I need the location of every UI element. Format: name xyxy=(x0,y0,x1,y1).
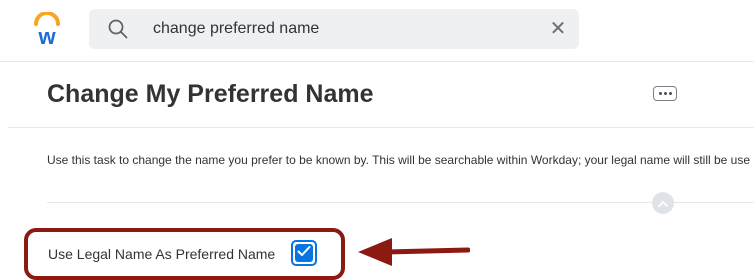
legal-name-field-label: Use Legal Name As Preferred Name xyxy=(48,246,276,262)
search-input[interactable] xyxy=(153,9,533,49)
search-icon[interactable] xyxy=(107,18,129,40)
ellipsis-dot xyxy=(663,92,667,95)
header-divider xyxy=(0,61,754,62)
logo-letter: w xyxy=(37,24,56,46)
use-legal-name-checkbox[interactable] xyxy=(291,240,317,266)
checkmark-icon xyxy=(297,244,311,262)
arrow-left-icon xyxy=(356,236,471,268)
search-bar[interactable]: ✕ xyxy=(89,9,579,49)
page-title: Change My Preferred Name xyxy=(47,80,374,108)
close-icon[interactable]: ✕ xyxy=(547,18,569,40)
task-description: Use this task to change the name you pre… xyxy=(47,153,751,167)
collapse-button[interactable] xyxy=(652,192,674,214)
top-bar: w ✕ xyxy=(0,0,754,62)
checkbox-fill xyxy=(295,244,313,262)
ellipsis-dot xyxy=(658,92,662,95)
workday-logo-icon[interactable]: w xyxy=(30,11,64,49)
section-divider xyxy=(47,202,754,203)
more-actions-button[interactable] xyxy=(653,86,677,101)
title-divider xyxy=(8,127,754,128)
chevron-up-icon xyxy=(658,194,668,212)
ellipsis-dot xyxy=(668,92,672,95)
